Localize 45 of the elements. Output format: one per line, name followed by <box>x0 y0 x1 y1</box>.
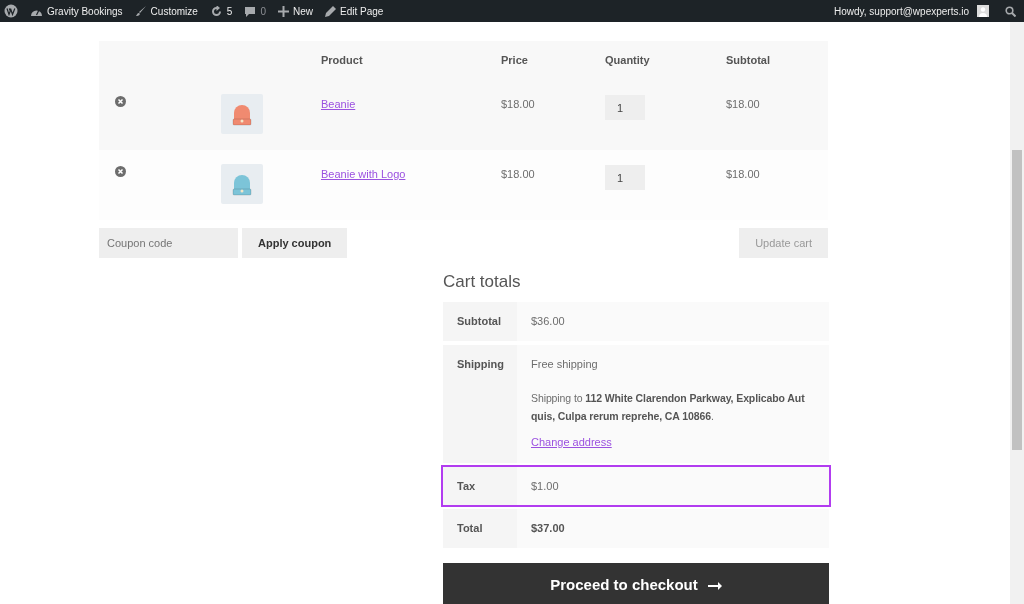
search-icon[interactable] <box>1005 5 1016 17</box>
wordpress-logo-icon[interactable] <box>4 4 18 18</box>
subtotal-text: $18.00 <box>726 167 761 182</box>
column-header: Quantity <box>604 53 651 69</box>
row-label: Shipping <box>457 357 505 370</box>
checkout-button[interactable]: Proceed to checkout <box>443 562 829 604</box>
change-address-link[interactable]: Change address <box>531 434 612 451</box>
pencil-icon <box>325 5 336 17</box>
row-label: Subtotal <box>457 315 501 328</box>
scrollbar-thumb[interactable] <box>1012 150 1022 450</box>
quantity-field[interactable]: 1 <box>605 95 645 120</box>
column-header: Price <box>500 53 529 69</box>
brush-icon <box>134 5 147 17</box>
row-value: $1.00 <box>531 478 559 494</box>
arrow-right-icon <box>707 580 722 591</box>
comment-icon <box>244 5 257 17</box>
subtotal-text: $18.00 <box>726 97 761 112</box>
remove-icon[interactable] <box>115 166 126 177</box>
product-link[interactable]: Beanie <box>321 96 485 113</box>
refresh-icon <box>209 5 223 17</box>
menu-link[interactable]: Edit Page <box>340 3 384 19</box>
section-title: Cart totals <box>443 272 522 293</box>
row-label: Total <box>457 522 483 535</box>
row-label: Tax <box>457 479 476 492</box>
column-header: Subtotal <box>725 53 771 69</box>
quantity-field[interactable]: 1 <box>605 165 645 190</box>
price-text: $18.00 <box>501 167 536 182</box>
row-value: $36.00 <box>531 314 565 330</box>
menu-link[interactable]: New <box>292 3 313 19</box>
plus-icon <box>277 5 289 17</box>
menu-link[interactable]: Gravity Bookings <box>47 3 123 19</box>
row-value: $37.00 <box>531 521 565 537</box>
remove-icon[interactable] <box>115 96 126 107</box>
shipping-address-text: Shipping to 112 White Clarendon Parkway, Explicabo Aut quis, Culpa rerum reprehe, CA 10866. <box>531 391 806 425</box>
count-label[interactable]: 5 <box>226 3 233 19</box>
apply-coupon-button[interactable]: Apply coupon <box>242 228 348 258</box>
menu-link[interactable]: Customize <box>150 3 198 19</box>
product-link[interactable]: Beanie with Logo <box>321 166 485 183</box>
account-link[interactable]: Howdy, support@wpexperts.io <box>833 3 969 19</box>
price-text: $18.00 <box>501 97 536 112</box>
column-header: Product <box>320 53 364 69</box>
coupon-field[interactable]: Coupon code <box>99 228 238 258</box>
count-label[interactable]: 0 <box>260 3 266 19</box>
row-value: Free shipping <box>531 356 598 372</box>
scrollbar[interactable] <box>1010 22 1024 604</box>
